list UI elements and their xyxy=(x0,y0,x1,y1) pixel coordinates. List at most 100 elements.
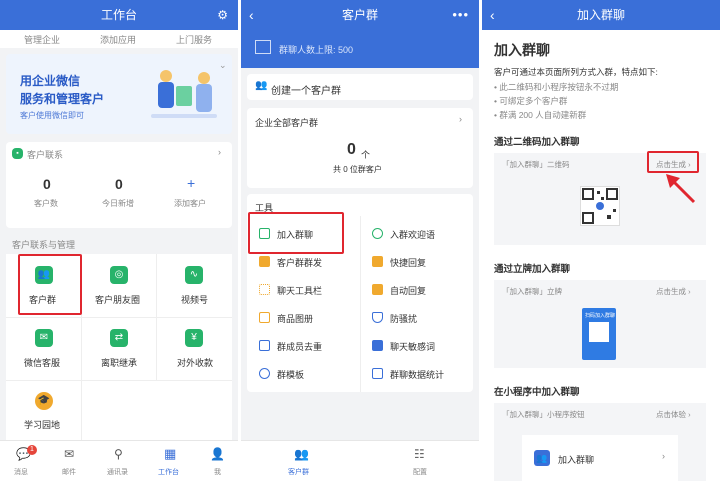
back-arrow-icon[interactable]: ‹ xyxy=(490,0,495,30)
grid-label: 对外收款 xyxy=(177,358,214,368)
tool-chat-toolbar[interactable]: 聊天工具栏 xyxy=(247,276,360,302)
tab-config[interactable]: ☷ 配置 xyxy=(406,445,436,479)
tab-mail[interactable]: ✉ 邮件 xyxy=(56,445,86,479)
grid-item-channels[interactable]: ∿ 视频号 xyxy=(156,254,232,317)
more-icon[interactable]: ••• xyxy=(452,0,469,30)
template-icon xyxy=(259,368,270,379)
grid-item-moments[interactable]: ◎ 客户朋友圈 xyxy=(81,254,156,317)
customer-group-panel: ‹ 客户群 ••• 群聊人数上限: 500 👥 创建一个客户群 企业全部客户群 … xyxy=(241,0,479,481)
card-label: 「加入群聊」二维码 xyxy=(502,160,570,169)
workbench-header: 工作台 ⚙ xyxy=(0,0,238,30)
section-label: 客户联系与管理 xyxy=(12,240,76,250)
add-app-link[interactable]: 添加应用 xyxy=(100,33,136,46)
shield-icon xyxy=(372,312,383,323)
tool-label: 防骚扰 xyxy=(390,314,418,324)
add-customer-button[interactable]: + xyxy=(187,175,195,191)
card-label: 「加入群聊」小程序按钮 xyxy=(502,410,585,419)
tool-label: 群聊数据统计 xyxy=(390,370,445,380)
tab-contacts[interactable]: ⚲ 通讯录 xyxy=(104,445,138,479)
group-customer-total: 共 0 位群客户 xyxy=(333,165,382,174)
group-count-unit: 个 xyxy=(361,150,371,160)
grid-item-resign-inherit[interactable]: ⇄ 离职继承 xyxy=(81,317,156,380)
section-title: 通过二维码加入群聊 xyxy=(494,137,580,148)
tool-label: 群成员去重 xyxy=(277,342,323,352)
customer-count-label: 客户数 xyxy=(34,199,58,208)
page-description: 客户可通过本页面所列方式入群，特点如下: xyxy=(494,67,658,77)
grid-item-learning[interactable]: 🎓 学习园地 xyxy=(6,380,81,440)
grid-label: 客户朋友圈 xyxy=(95,295,141,305)
stand-caption: 扫码加入群聊 xyxy=(585,313,616,319)
add-customer-label[interactable]: 添加客户 xyxy=(174,198,206,209)
album-icon xyxy=(259,312,270,323)
tab-messages[interactable]: 💬 1 消息 xyxy=(8,445,38,479)
chat-icon xyxy=(372,228,383,239)
tab-me[interactable]: 👤 我 xyxy=(204,445,230,479)
customer-contact-card[interactable]: ▪ 客户联系 › 0 客户数 0 今日新增 + 添加客户 xyxy=(6,142,232,228)
warning-chat-icon xyxy=(372,340,383,351)
customer-count: 0 xyxy=(43,176,51,192)
tool-product-album[interactable]: 商品图册 xyxy=(247,304,360,330)
page-title: 加入群聊 xyxy=(576,8,625,22)
tool-auto-reply[interactable]: 自动回复 xyxy=(360,276,473,302)
auto-reply-icon xyxy=(372,284,383,295)
lightning-icon xyxy=(372,256,383,267)
mini-program-join-button[interactable]: 👥 加入群聊 › xyxy=(522,435,678,481)
add-group-icon: 👥 xyxy=(255,80,268,91)
grid-label: 离职继承 xyxy=(101,358,138,368)
tool-group-template[interactable]: 群模板 xyxy=(247,360,360,386)
section-title: 通过立牌加入群聊 xyxy=(494,264,571,275)
tab-workbench[interactable]: ▦ 工作台 xyxy=(154,445,188,479)
today-new-label: 今日新增 xyxy=(102,199,134,208)
shield-yen-icon: ¥ xyxy=(185,329,203,347)
feature-bullet: 群满 200 人自动建新群 xyxy=(494,109,586,121)
manage-enterprise-link[interactable]: 管理企业 xyxy=(24,33,60,46)
grid-item-wechat-service[interactable]: ✉ 微信客服 xyxy=(6,317,81,380)
create-group-label: 创建一个客户群 xyxy=(271,86,341,97)
tool-quick-reply[interactable]: 快捷回复 xyxy=(360,248,473,274)
tool-anti-harassment[interactable]: 防骚扰 xyxy=(360,304,473,330)
video-channel-icon: ∿ xyxy=(185,266,203,284)
create-group-button[interactable]: 👥 创建一个客户群 xyxy=(247,74,473,100)
tool-label: 群模板 xyxy=(277,370,305,380)
back-arrow-icon[interactable]: ‹ xyxy=(249,0,254,30)
tab-label: 通讯录 xyxy=(107,469,128,476)
qr-code-image xyxy=(580,186,620,226)
generate-stand-button[interactable]: 点击生成 › xyxy=(656,286,691,297)
tool-label: 商品图册 xyxy=(277,314,314,324)
contact-card-title: 客户联系 xyxy=(27,150,64,160)
banner-subtitle: 客户使用微信即可 xyxy=(20,111,84,120)
chevron-down-icon[interactable]: ⌄ xyxy=(219,60,227,71)
group-icon: 👥 xyxy=(534,450,550,466)
mini-program-card: 「加入群聊」小程序按钮 点击体验 › 👥 加入群聊 › xyxy=(494,403,706,481)
join-group-header: ‹ 加入群聊 xyxy=(482,0,720,30)
grid-icon: ▦ xyxy=(164,446,177,461)
tool-member-dedupe[interactable]: 群成员去重 xyxy=(247,332,360,358)
settings-icon[interactable]: ⚙ xyxy=(217,0,228,30)
tool-label: 快捷回复 xyxy=(390,258,427,268)
home-service-link[interactable]: 上门服务 xyxy=(176,33,212,46)
tab-customer-group[interactable]: 👥 客户群 xyxy=(286,445,316,479)
tab-label: 我 xyxy=(214,469,221,476)
grid-label: 学习园地 xyxy=(24,420,61,430)
tool-label: 聊天工具栏 xyxy=(277,286,323,296)
unread-badge: 1 xyxy=(27,445,37,455)
feature-bullet: 此二维码和小程序按钮永不过期 xyxy=(494,81,618,93)
tool-group-stats[interactable]: 群聊数据统计 xyxy=(360,360,473,386)
grid-label: 视频号 xyxy=(181,295,209,305)
grid-item-payment[interactable]: ¥ 对外收款 xyxy=(156,317,232,380)
page-title: 客户群 xyxy=(341,8,378,22)
tab-label: 工作台 xyxy=(158,469,179,476)
group-icon: 👥 xyxy=(294,447,309,461)
sliders-icon: ☷ xyxy=(414,447,425,461)
customer-group-header: ‹ 客户群 ••• xyxy=(241,0,479,30)
try-mini-program-button[interactable]: 点击体验 › xyxy=(656,409,691,420)
tool-sensitive-words[interactable]: 聊天敏感词 xyxy=(360,332,473,358)
promo-banner[interactable]: 用企业微信 服务和管理客户 客户使用微信即可 ⌄ xyxy=(6,54,232,134)
tool-label: 入群欢迎语 xyxy=(390,230,436,240)
tab-label: 配置 xyxy=(413,469,427,476)
tool-welcome-message[interactable]: 入群欢迎语 xyxy=(360,220,473,246)
all-groups-card[interactable]: 企业全部客户群 › 0 个 共 0 位群客户 xyxy=(247,108,473,188)
tab-label: 消息 xyxy=(14,469,28,476)
card-label: 「加入群聊」立牌 xyxy=(502,287,562,296)
mail-icon: ✉ xyxy=(64,447,75,461)
